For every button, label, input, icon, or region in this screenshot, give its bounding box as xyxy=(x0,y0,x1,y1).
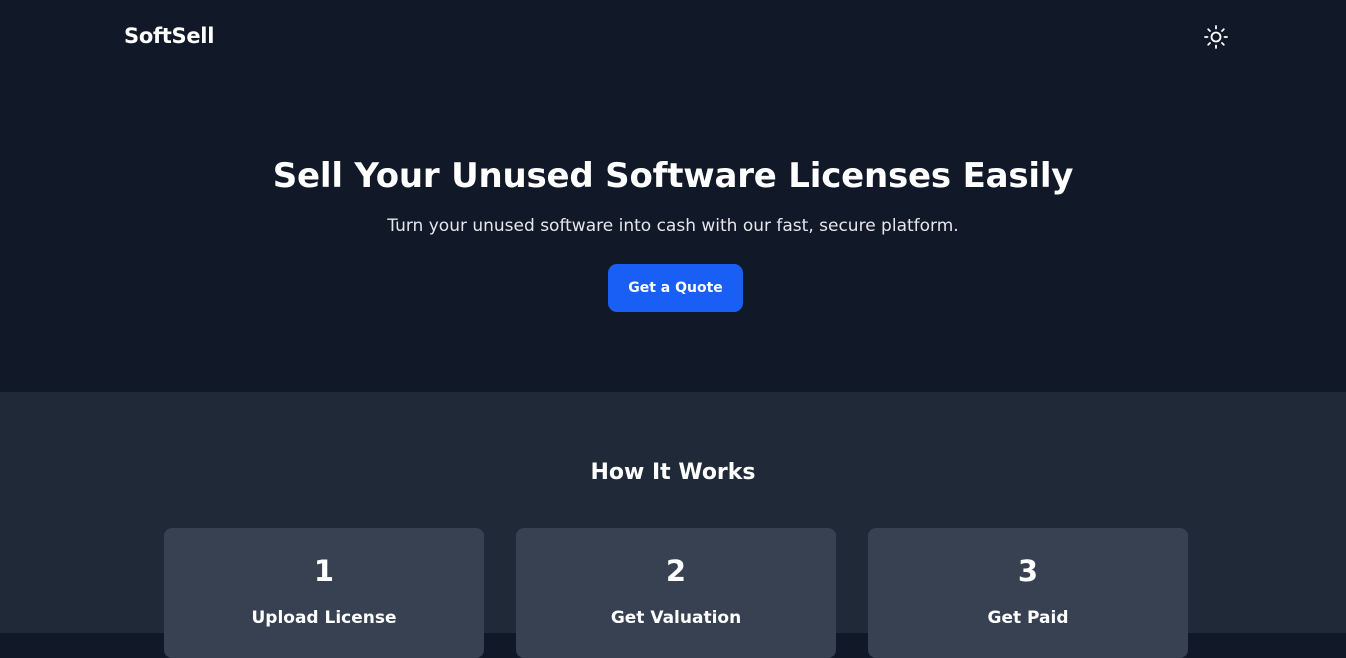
hero-subtitle: Turn your unused software into cash with… xyxy=(387,216,959,236)
hero-section: Sell Your Unused Software Licenses Easil… xyxy=(0,80,1346,392)
section-title: How It Works xyxy=(590,460,756,485)
sun-icon xyxy=(1204,25,1228,49)
how-it-works-section: How It Works 1 Upload License 2 Get Valu… xyxy=(0,392,1346,658)
theme-toggle-button[interactable] xyxy=(1203,24,1229,50)
step-card: 2 Get Valuation xyxy=(516,528,836,658)
step-number: 1 xyxy=(313,554,335,588)
get-quote-button[interactable]: Get a Quote xyxy=(608,264,743,312)
hero-title: Sell Your Unused Software Licenses Easil… xyxy=(272,156,1074,196)
step-card: 1 Upload License xyxy=(164,528,484,658)
logo[interactable]: SoftSell xyxy=(124,24,214,48)
step-number: 3 xyxy=(1017,554,1039,588)
step-card: 3 Get Paid xyxy=(868,528,1188,658)
step-number: 2 xyxy=(665,554,687,588)
step-label: Upload License xyxy=(251,608,397,628)
step-label: Get Paid xyxy=(987,608,1069,628)
site-header: SoftSell xyxy=(0,0,1346,80)
step-label: Get Valuation xyxy=(610,608,742,628)
